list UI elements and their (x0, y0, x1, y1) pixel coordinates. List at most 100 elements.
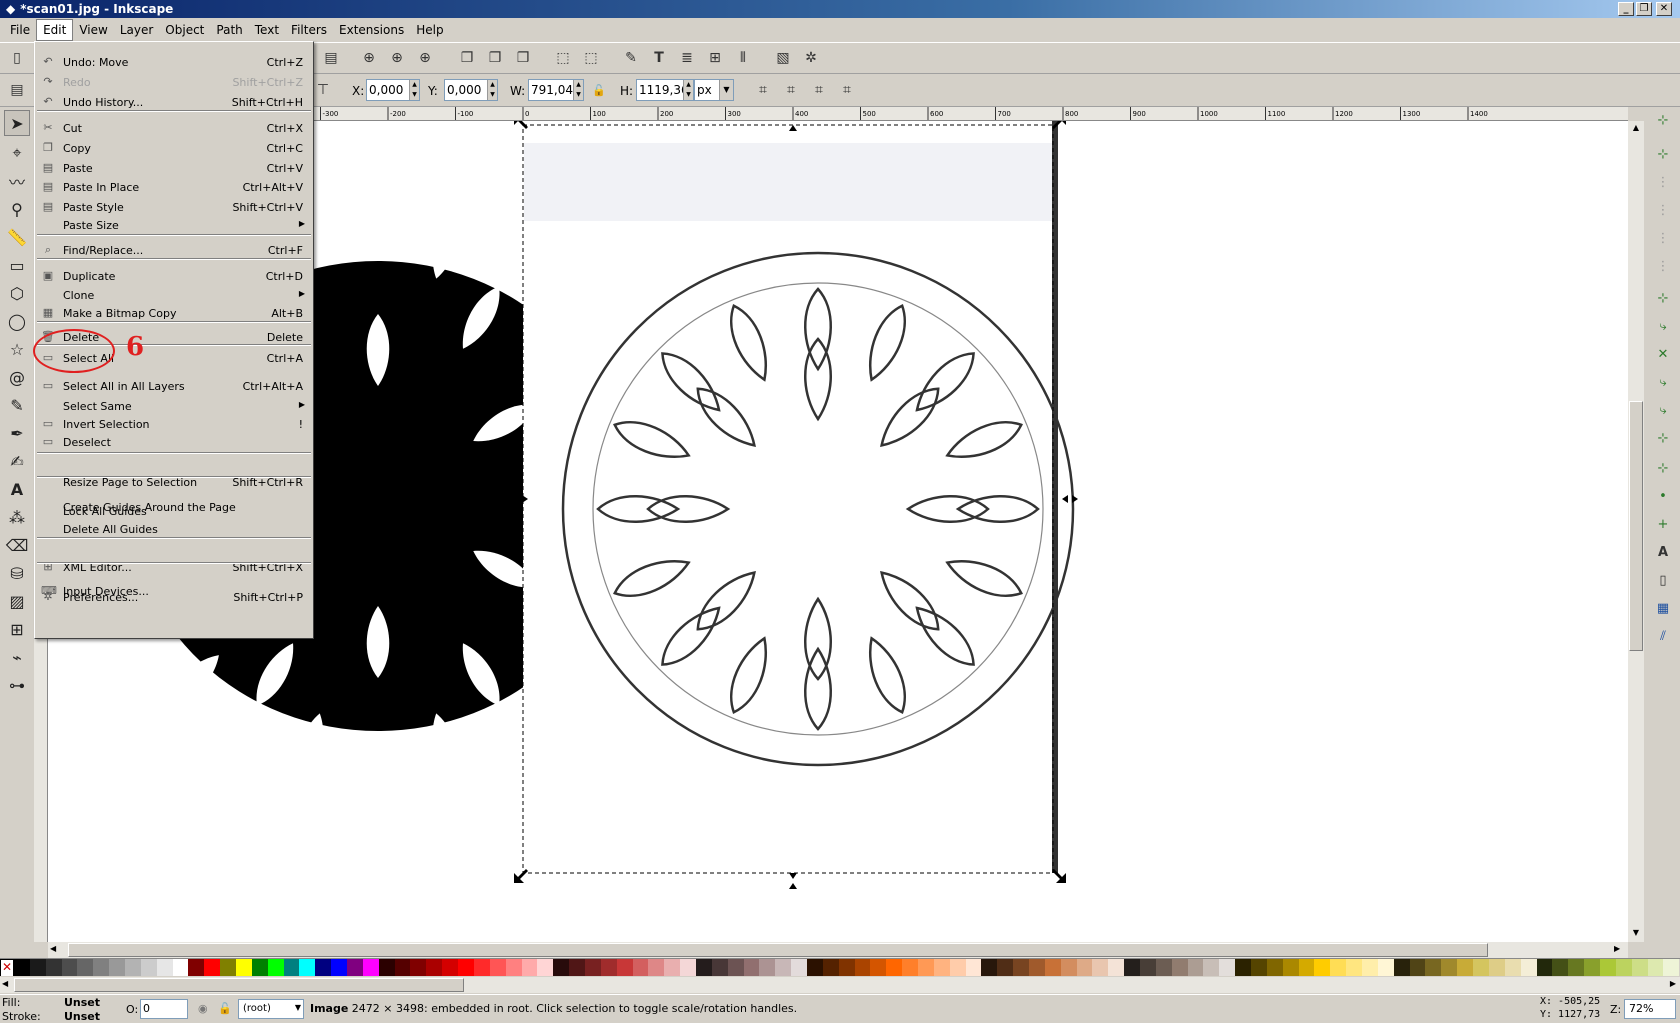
menu-path[interactable]: Path (210, 20, 248, 40)
menu-item-clone[interactable]: Clone ▶ (37, 285, 311, 305)
color-swatch[interactable] (1219, 959, 1236, 976)
color-swatch[interactable] (1409, 959, 1426, 976)
color-swatch[interactable] (378, 959, 395, 976)
zoom-tool-icon[interactable]: ⚲ (4, 196, 30, 222)
palette-scroll-thumb[interactable] (14, 978, 464, 992)
gradient-tool-icon[interactable]: ▨ (4, 588, 30, 614)
color-swatch[interactable] (743, 959, 760, 976)
color-swatch[interactable] (1615, 959, 1632, 976)
snap-text-baseline-icon[interactable]: A (1652, 541, 1674, 563)
layer-select[interactable]: (root) ▼ (238, 999, 304, 1019)
menu-item-redo[interactable]: ↷ Redo Shift+Ctrl+Z (37, 72, 311, 92)
menu-item-undo-history[interactable]: ↶ Undo History... Shift+Ctrl+H (37, 92, 311, 112)
color-swatch[interactable] (616, 959, 633, 976)
color-swatch[interactable] (806, 959, 823, 976)
stroke-value[interactable]: Unset (64, 1010, 100, 1023)
color-swatch[interactable] (1584, 959, 1600, 976)
color-swatch[interactable] (426, 959, 443, 976)
y-spin-arrows[interactable]: ▲ ▼ (487, 80, 497, 100)
fill-value[interactable]: Unset (64, 996, 100, 1009)
calligraphy-tool-icon[interactable]: ✍ (4, 448, 30, 474)
color-swatch[interactable] (267, 959, 284, 976)
color-swatch[interactable] (251, 959, 268, 976)
horizontal-scroll-thumb[interactable] (68, 943, 1488, 957)
unlink-clone-icon[interactable]: ❐ (512, 47, 534, 69)
color-swatch[interactable] (981, 959, 998, 976)
scroll-down-icon[interactable]: ▼ (1630, 928, 1642, 940)
color-swatch[interactable] (61, 959, 78, 976)
xml-editor-icon[interactable]: ⊞ (704, 47, 726, 69)
color-swatch[interactable] (315, 959, 332, 976)
scroll-right-icon[interactable]: ▶ (1614, 944, 1626, 956)
color-swatch[interactable] (1251, 959, 1267, 976)
w-field[interactable]: 791,040 ▲ ▼ (528, 79, 584, 101)
move-gradients-icon[interactable]: ⌗ (808, 79, 830, 101)
color-swatch[interactable] (77, 959, 94, 976)
color-swatch[interactable] (93, 959, 110, 976)
paste-icon[interactable]: ▤ (320, 47, 342, 69)
close-button[interactable]: ✕ (1656, 2, 1672, 16)
color-swatch[interactable] (727, 959, 744, 976)
snap-cusp-nodes-icon[interactable]: ⤷ (1652, 371, 1674, 393)
color-swatch[interactable] (489, 959, 506, 976)
palette-scroll-left-icon[interactable]: ◀ (2, 979, 8, 988)
layer-lock-icon[interactable]: 🔓 (218, 1002, 232, 1015)
snap-nodes-icon[interactable]: ⊹ (1652, 287, 1674, 309)
menu-item-find-replace[interactable]: ⌕ Find/Replace... Ctrl+F (37, 240, 311, 260)
color-swatch[interactable] (362, 959, 379, 976)
color-swatch[interactable] (188, 959, 205, 976)
snap-guides-icon[interactable]: ⫽ (1652, 625, 1674, 647)
no-paint-swatch[interactable]: ✕ (0, 959, 14, 976)
menu-item-invert-selection[interactable]: ▭ Invert Selection! (37, 414, 311, 434)
star-tool-icon[interactable]: ☆ (4, 336, 30, 362)
y-field[interactable]: 0,000 ▲ ▼ (444, 79, 498, 101)
document-properties-icon[interactable]: ▧ (772, 47, 794, 69)
connector-tool-icon[interactable]: ⊶ (4, 672, 30, 698)
lock-icon[interactable]: 🔓 (588, 79, 610, 101)
snap-toggle-icon[interactable]: ⊹ (1652, 109, 1674, 131)
unit-select[interactable]: px ▼ (694, 79, 734, 101)
color-swatch[interactable] (1013, 959, 1029, 976)
color-swatch[interactable] (109, 959, 126, 976)
node-tool-icon[interactable]: ⌖ (4, 140, 30, 166)
color-swatch[interactable] (949, 959, 966, 976)
color-swatch[interactable] (632, 959, 649, 976)
color-palette[interactable]: ✕ (0, 958, 1680, 976)
palette-scroll-right-icon[interactable]: ▶ (1670, 979, 1676, 988)
color-swatch[interactable] (1346, 959, 1363, 976)
spray-tool-icon[interactable]: ⁂ (4, 504, 30, 530)
color-swatch[interactable] (1330, 959, 1347, 976)
color-swatch[interactable] (1282, 959, 1299, 976)
menu-extensions[interactable]: Extensions (333, 20, 410, 40)
color-swatch[interactable] (521, 959, 538, 976)
color-swatch[interactable] (1124, 959, 1141, 976)
scroll-left-icon[interactable]: ◀ (50, 944, 62, 956)
color-swatch[interactable] (1298, 959, 1315, 976)
color-swatch[interactable] (29, 959, 46, 976)
color-swatch[interactable] (711, 959, 728, 976)
color-swatch[interactable] (236, 959, 252, 976)
snap-page-border-icon[interactable]: ▯ (1652, 569, 1674, 591)
vertical-scroll-thumb[interactable] (1629, 401, 1643, 651)
snap-intersections-icon[interactable]: ✕ (1652, 343, 1674, 365)
color-swatch[interactable] (1457, 959, 1474, 976)
color-swatch[interactable] (775, 959, 792, 976)
color-swatch[interactable] (172, 959, 189, 976)
color-swatch[interactable] (1187, 959, 1204, 976)
color-swatch[interactable] (917, 959, 934, 976)
snap-bbox-icon[interactable]: ⊹ (1652, 143, 1674, 165)
menu-item-lock-all-guides[interactable]: Lock All Guides (37, 501, 311, 521)
pen-tool-icon[interactable]: ✒ (4, 420, 30, 446)
menu-item-delete-all-guides[interactable]: Delete All Guides (37, 519, 311, 539)
menu-item-xml-editor[interactable]: ⊞ XML Editor... Shift+Ctrl+X (37, 557, 311, 577)
menu-text[interactable]: Text (249, 20, 285, 40)
snap-paths-icon[interactable]: ⤷ (1652, 315, 1674, 337)
fill-stroke-icon[interactable]: ✎ (620, 47, 642, 69)
color-swatch[interactable] (347, 959, 363, 976)
align-distribute-icon[interactable]: ⫴ (732, 47, 754, 69)
mesh-tool-icon[interactable]: ⊞ (4, 616, 30, 642)
color-swatch[interactable] (410, 959, 427, 976)
color-swatch[interactable] (1441, 959, 1458, 976)
3d-box-tool-icon[interactable]: ⬡ (4, 280, 30, 306)
color-swatch[interactable] (1155, 959, 1172, 976)
